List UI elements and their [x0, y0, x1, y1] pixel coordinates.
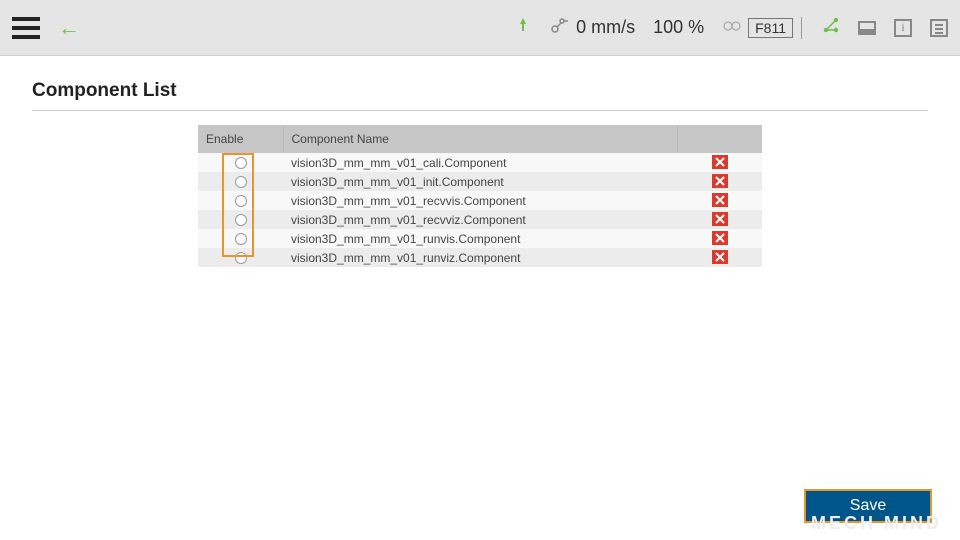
delete-button[interactable] — [712, 174, 728, 188]
robot-icon — [550, 16, 570, 39]
speed-status: 0 mm/s — [550, 16, 635, 39]
delete-button[interactable] — [712, 155, 728, 169]
component-name-cell: vision3D_mm_mm_v01_recvvis.Component — [283, 191, 677, 210]
status-group: 0 mm/s 100 % F811 i — [514, 16, 948, 39]
action-cell — [677, 172, 762, 191]
enable-cell — [198, 248, 283, 267]
document-icon[interactable] — [930, 19, 948, 37]
table-row: vision3D_mm_mm_v01_runvis.Component — [198, 229, 762, 248]
share-icon[interactable] — [822, 16, 840, 39]
back-arrow-icon[interactable]: ← — [58, 15, 80, 41]
component-table: Enable Component Name vision3D_mm_mm_v01… — [198, 125, 762, 267]
component-name-cell: vision3D_mm_mm_v01_runviz.Component — [283, 248, 677, 267]
component-name-cell: vision3D_mm_mm_v01_init.Component — [283, 172, 677, 191]
menu-hamburger-icon[interactable] — [12, 17, 40, 39]
title-underline — [32, 110, 928, 111]
info-icon[interactable]: i — [894, 19, 912, 37]
component-name-cell: vision3D_mm_mm_v01_runvis.Component — [283, 229, 677, 248]
delete-button[interactable] — [712, 212, 728, 226]
enable-cell — [198, 210, 283, 229]
enable-radio[interactable] — [235, 252, 247, 264]
delete-button[interactable] — [712, 250, 728, 264]
action-cell — [677, 210, 762, 229]
enable-radio[interactable] — [235, 214, 247, 226]
override-percent: 100 % — [653, 17, 704, 38]
component-name-cell: vision3D_mm_mm_v01_recvviz.Component — [283, 210, 677, 229]
component-name-cell: vision3D_mm_mm_v01_cali.Component — [283, 153, 677, 172]
enable-cell — [198, 191, 283, 210]
enable-radio[interactable] — [235, 195, 247, 207]
enable-cell — [198, 153, 283, 172]
action-cell — [677, 153, 762, 172]
fcode-box: F811 — [748, 18, 793, 38]
table-row: vision3D_mm_mm_v01_cali.Component — [198, 153, 762, 172]
table-row: vision3D_mm_mm_v01_runviz.Component — [198, 248, 762, 267]
keyboard-icon[interactable] — [858, 21, 876, 35]
action-cell — [677, 191, 762, 210]
enable-radio[interactable] — [235, 176, 247, 188]
pin-icon — [514, 16, 532, 39]
speed-value: 0 mm/s — [576, 17, 635, 38]
enable-cell — [198, 172, 283, 191]
table-row: vision3D_mm_mm_v01_recvviz.Component — [198, 210, 762, 229]
enable-radio[interactable] — [235, 157, 247, 169]
header-component-name: Component Name — [283, 125, 677, 153]
action-cell — [677, 229, 762, 248]
glasses-icon — [722, 19, 742, 37]
header-action — [677, 125, 762, 153]
action-cell — [677, 248, 762, 267]
top-toolbar: ← 0 mm/s 100 % F811 i — [0, 0, 960, 56]
delete-button[interactable] — [712, 231, 728, 245]
table-row: vision3D_mm_mm_v01_recvvis.Component — [198, 191, 762, 210]
enable-cell — [198, 229, 283, 248]
fcode-block: F811 — [722, 17, 804, 39]
delete-button[interactable] — [712, 193, 728, 207]
enable-radio[interactable] — [235, 233, 247, 245]
table-row: vision3D_mm_mm_v01_init.Component — [198, 172, 762, 191]
page-title: Component List — [32, 80, 960, 102]
fcode-divider — [801, 17, 802, 39]
save-button[interactable]: Save — [804, 489, 932, 523]
header-enable: Enable — [198, 125, 283, 153]
component-table-wrap: Enable Component Name vision3D_mm_mm_v01… — [198, 125, 762, 267]
